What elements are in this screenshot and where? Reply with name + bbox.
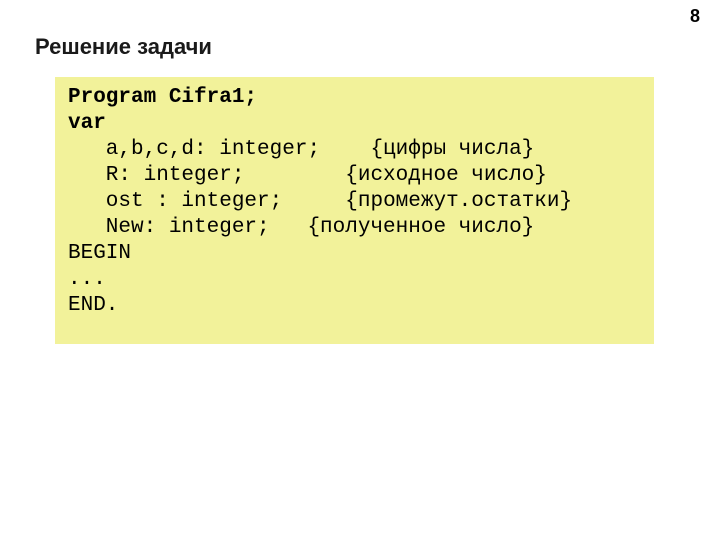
code-line-begin: BEGIN	[68, 242, 131, 265]
page-title: Решение задачи	[35, 34, 212, 60]
code-line-end: END.	[68, 294, 118, 317]
code-line-decl-abcd: a,b,c,d: integer;	[68, 138, 320, 161]
code-comment-abcd: {цифры числа}	[320, 138, 534, 161]
code-line-var: var	[68, 112, 106, 135]
code-line-ellipsis: ...	[68, 268, 106, 291]
code-comment-r: {исходное число}	[244, 164, 546, 187]
code-comment-ost: {промежут.остатки}	[282, 190, 572, 213]
code-line-decl-ost: ost : integer;	[68, 190, 282, 213]
page-number: 8	[690, 6, 700, 27]
code-line-decl-r: R: integer;	[68, 164, 244, 187]
code-box: Program Cifra1; var a,b,c,d: integer; {ц…	[55, 77, 654, 344]
code-line-decl-new: New: integer;	[68, 216, 270, 239]
code-line-program: Program Cifra1;	[68, 86, 257, 109]
code-comment-new: {полученное число}	[270, 216, 535, 239]
